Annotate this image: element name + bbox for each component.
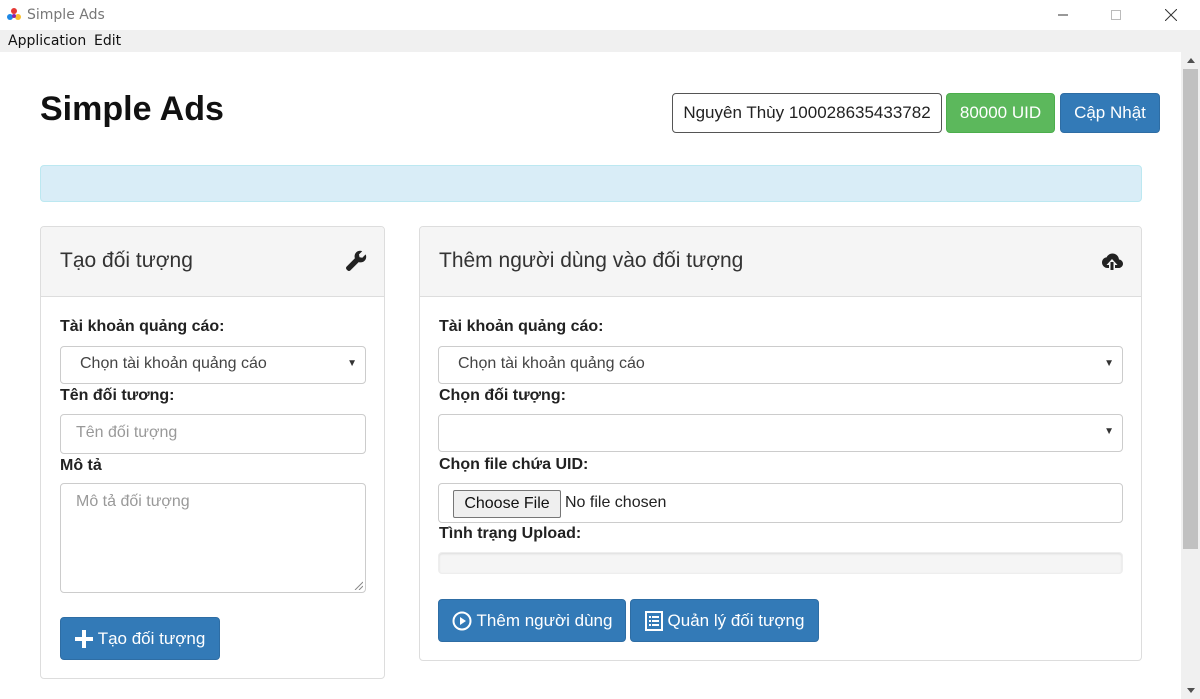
scroll-up-button[interactable] xyxy=(1181,52,1200,69)
vertical-scrollbar[interactable] xyxy=(1181,52,1200,699)
cloud-upload-icon xyxy=(1102,253,1123,270)
audience-name-label: Tên đối tương: xyxy=(60,387,175,404)
scroll-down-button[interactable] xyxy=(1181,682,1200,699)
add-ad-account-label: Tài khoản quảng cáo: xyxy=(439,318,604,335)
scroll-thumb[interactable] xyxy=(1183,69,1198,549)
add-ad-account-select-value: Chọn tài khoản quảng cáo xyxy=(458,355,645,372)
upload-progress-bar xyxy=(438,552,1123,574)
close-icon xyxy=(1165,9,1177,21)
add-ad-account-select[interactable]: Chọn tài khoản quảng cáo ▼ xyxy=(438,346,1123,384)
description-textarea[interactable]: Mô tả đối tượng xyxy=(60,483,366,593)
ad-account-label: Tài khoản quảng cáo: xyxy=(60,318,225,335)
choose-audience-select[interactable]: ▼ xyxy=(438,414,1123,452)
choose-audience-label: Chọn đối tượng: xyxy=(439,387,566,404)
minimize-button[interactable] xyxy=(1040,0,1086,30)
close-button[interactable] xyxy=(1148,0,1194,30)
select-caret-icon: ▼ xyxy=(347,358,357,369)
create-audience-panel: Tạo đối tượng Tài khoản quảng cáo: Chọn … xyxy=(40,226,385,679)
wrench-icon xyxy=(346,250,367,271)
manage-audience-button[interactable]: Quản lý đối tượng xyxy=(630,599,819,642)
select-caret-icon: ▼ xyxy=(1104,358,1114,369)
app-logo-icon xyxy=(7,8,21,20)
menu-application[interactable]: Application xyxy=(8,33,86,49)
user-account-button[interactable]: Nguyên Thùy 100028635433782 xyxy=(672,93,942,133)
minimize-icon xyxy=(1058,14,1068,16)
list-alt-icon xyxy=(644,610,663,631)
ad-account-select-value: Chọn tài khoản quảng cáo xyxy=(80,355,267,372)
select-caret-icon: ▼ xyxy=(1104,426,1114,437)
create-panel-heading: Tạo đối tượng xyxy=(41,227,384,297)
uid-file-input[interactable]: Choose File No file chosen xyxy=(438,483,1123,523)
add-users-button-label: Thêm người dùng xyxy=(476,610,613,630)
create-audience-button-label: Tạo đối tượng xyxy=(97,628,206,648)
scroll-down-icon xyxy=(1186,688,1195,693)
menu-edit[interactable]: Edit xyxy=(94,33,121,49)
update-button[interactable]: Cập Nhật xyxy=(1060,93,1160,133)
add-users-panel: Thêm người dùng vào đối tượng Tài khoản … xyxy=(419,226,1142,661)
audience-name-input[interactable]: Tên đối tượng xyxy=(60,414,366,454)
window-title: Simple Ads xyxy=(27,7,105,23)
upload-status-label: Tình trạng Upload: xyxy=(439,525,582,542)
resize-grip-icon[interactable] xyxy=(353,580,363,590)
info-alert xyxy=(40,165,1142,202)
uid-count-button[interactable]: 80000 UID xyxy=(946,93,1055,133)
create-panel-title: Tạo đối tượng xyxy=(60,249,193,272)
manage-audience-button-label: Quản lý đối tượng xyxy=(667,610,805,630)
plus-icon xyxy=(74,629,93,648)
add-panel-heading: Thêm người dùng vào đối tượng xyxy=(420,227,1141,297)
description-label: Mô tả xyxy=(60,457,102,474)
maximize-icon xyxy=(1111,10,1121,20)
description-placeholder: Mô tả đối tượng xyxy=(76,493,190,510)
title-bar: Simple Ads xyxy=(0,0,1200,30)
choose-file-button[interactable]: Choose File xyxy=(453,490,561,518)
ad-account-select[interactable]: Chọn tài khoản quảng cáo ▼ xyxy=(60,346,366,384)
scroll-up-icon xyxy=(1186,58,1195,63)
menu-bar: Application Edit xyxy=(0,30,1200,52)
add-panel-title: Thêm người dùng vào đối tượng xyxy=(439,249,744,272)
file-status-text: No file chosen xyxy=(565,494,667,511)
create-audience-button[interactable]: Tạo đối tượng xyxy=(60,617,220,660)
uid-file-label: Chọn file chứa UID: xyxy=(439,456,589,473)
maximize-button[interactable] xyxy=(1093,0,1139,30)
play-circle-icon xyxy=(452,611,472,630)
add-users-button[interactable]: Thêm người dùng xyxy=(438,599,626,642)
page-title: Simple Ads xyxy=(40,90,224,128)
